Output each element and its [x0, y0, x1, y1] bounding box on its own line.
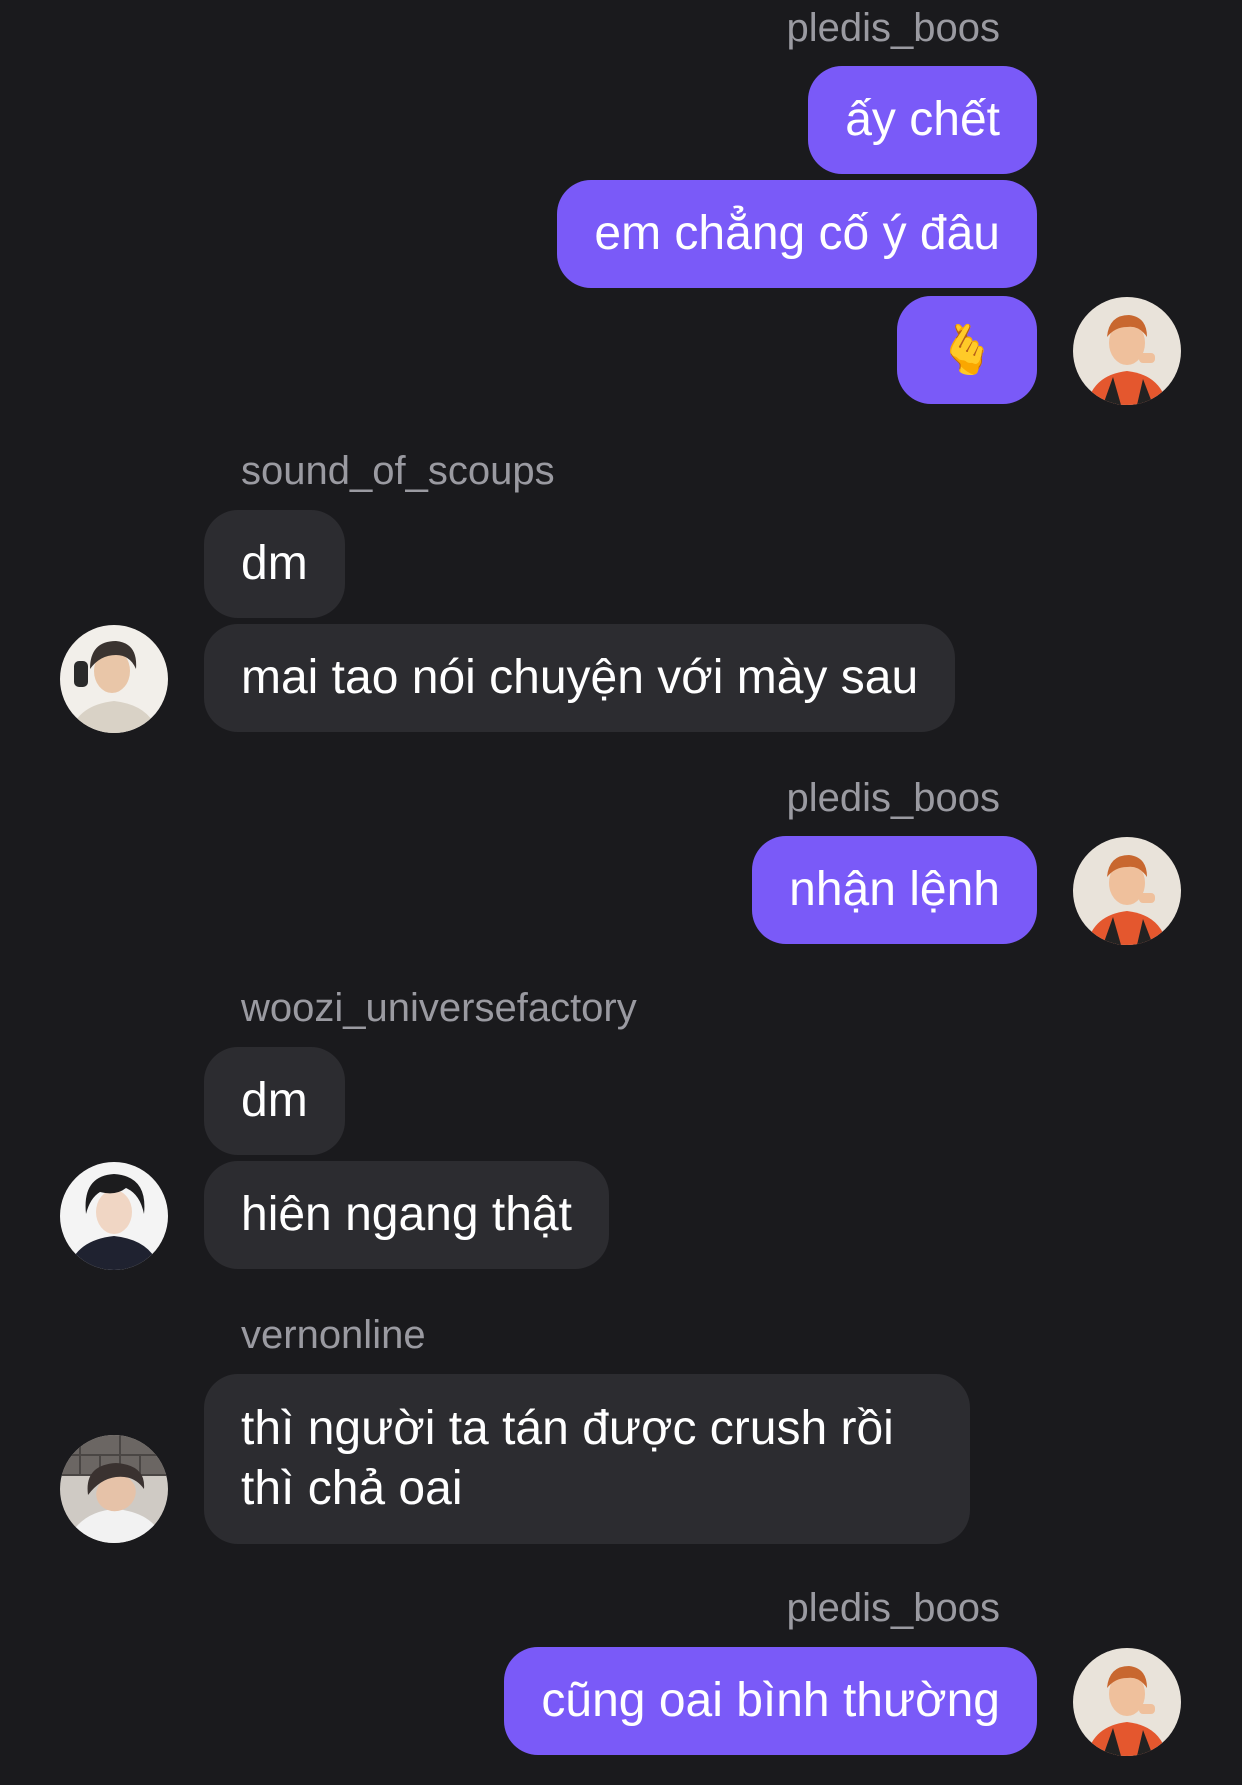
- message-bubble-outgoing[interactable]: em chẳng cố ý đâu: [557, 180, 1037, 288]
- message-bubble-outgoing[interactable]: 🫰: [897, 296, 1037, 404]
- user-avatar-icon: [1073, 837, 1181, 945]
- message-text: thì người ta tán được crush rồi thì chả …: [241, 1402, 894, 1515]
- message-bubble-outgoing[interactable]: nhận lệnh: [752, 836, 1037, 944]
- message-bubble-outgoing[interactable]: cũng oai bình thường: [504, 1647, 1037, 1755]
- message-bubble-incoming[interactable]: dm: [204, 1047, 345, 1155]
- message-text: cũng oai bình thường: [541, 1674, 1000, 1727]
- message-bubble-outgoing[interactable]: ấy chết: [808, 66, 1037, 174]
- avatar[interactable]: [60, 625, 168, 733]
- message-text: ấy chết: [845, 93, 1000, 146]
- avatar[interactable]: [1073, 837, 1181, 945]
- message-bubble-incoming[interactable]: thì người ta tán được crush rồi thì chả …: [204, 1374, 970, 1544]
- sender-name: pledis_boos: [786, 776, 1001, 820]
- user-avatar-icon: [1073, 1648, 1181, 1756]
- user-avatar-icon: [60, 1435, 168, 1543]
- sender-name: pledis_boos: [786, 1586, 1001, 1630]
- avatar[interactable]: [60, 1162, 168, 1270]
- message-bubble-incoming[interactable]: hiên ngang thật: [204, 1161, 609, 1269]
- message-bubble-incoming[interactable]: mai tao nói chuyện với mày sau: [204, 624, 956, 732]
- message-bubble-incoming[interactable]: dm: [204, 510, 345, 618]
- avatar[interactable]: [1073, 1648, 1181, 1756]
- finger-heart-emoji-icon: 🫰: [937, 322, 997, 378]
- message-text: hiên ngang thật: [241, 1188, 572, 1241]
- sender-name: woozi_universefactory: [241, 986, 637, 1030]
- message-text: dm: [241, 1074, 308, 1127]
- user-avatar-icon: [60, 1162, 168, 1270]
- sender-name: vernonline: [241, 1313, 426, 1357]
- user-avatar-icon: [1073, 297, 1181, 405]
- sender-name: sound_of_scoups: [241, 449, 555, 493]
- message-text: mai tao nói chuyện với mày sau: [241, 651, 919, 704]
- user-avatar-icon: [60, 625, 168, 733]
- avatar[interactable]: [1073, 297, 1181, 405]
- message-text: em chẳng cố ý đâu: [594, 207, 1000, 260]
- message-text: dm: [241, 537, 308, 590]
- avatar[interactable]: [60, 1435, 168, 1543]
- sender-name: pledis_boos: [786, 6, 1001, 50]
- message-text: nhận lệnh: [789, 863, 1000, 916]
